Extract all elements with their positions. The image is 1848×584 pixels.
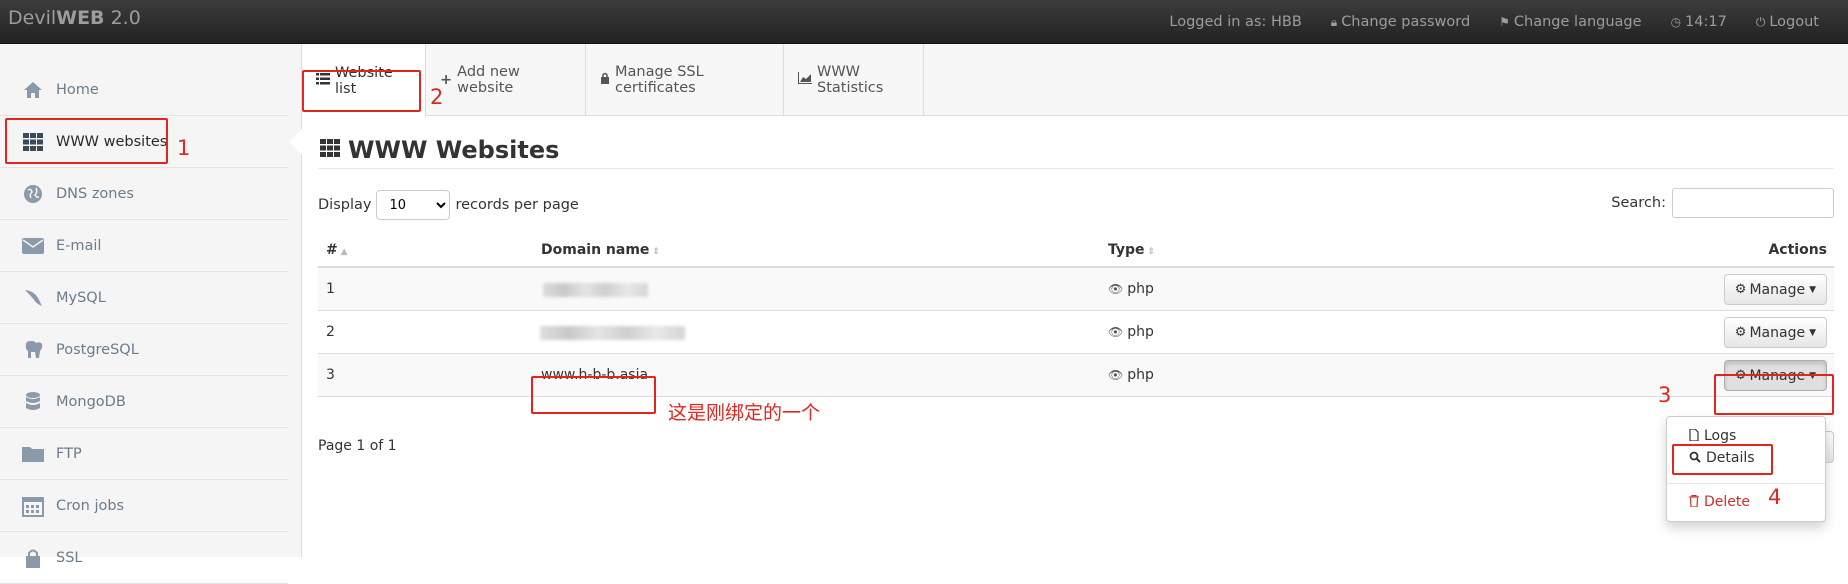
sidebar-item-cron-jobs[interactable]: Cron jobs [0,480,288,532]
caret-down-icon: ▼ [1809,284,1816,295]
column-header-actions: Actions [1768,242,1827,258]
annotation-number-3: 3 [1658,383,1672,407]
sidebar-item-mysql[interactable]: MySQL [0,272,288,324]
change-password-link[interactable]: 🔒︎ Change password [1331,14,1470,30]
eye-icon: 👁︎ [1108,368,1124,382]
caret-down-icon: ▼ [1809,327,1816,338]
row-type: 👁︎ php [1108,324,1154,340]
sidebar-item-ssl[interactable]: SSL [0,532,288,584]
top-navbar: DevilWEB 2.0 Logged in as: HBB 🔒︎ Change … [0,0,1848,44]
sidebar-item-mongodb[interactable]: MongoDB [0,376,288,428]
sidebar-item-dns-zones[interactable]: DNS zones [0,168,288,220]
sidebar-item-home[interactable]: Home [0,64,288,116]
records-per-page: Display 10 records per page [318,190,579,220]
calendar-icon [20,495,46,517]
elephant-icon [20,339,46,361]
table-row: 1 👁︎ php ⚙ Manage ▼ [318,268,1834,311]
annotation-number-4: 4 [1768,485,1782,509]
gear-icon: ⚙ [1734,325,1747,340]
active-item-pointer [289,128,303,156]
trash-icon [1689,494,1699,510]
row-number: 2 [326,324,335,340]
logged-in-label: Logged in as: HBB [1169,14,1302,30]
annotation-number-2: 2 [430,85,444,109]
tab-manage-ssl[interactable]: Manage SSL certificates [586,44,784,116]
row-number: 3 [326,367,335,383]
lock-icon [20,547,46,569]
websites-table: # ▲ Domain name ⇕ Type ⇕ Actions 1 👁︎ php ⚙ M… [318,230,1834,397]
folder-icon [20,443,46,465]
logout-link[interactable]: ⏻ Logout [1756,14,1819,30]
change-language-link[interactable]: ⚑ Change language [1499,14,1641,30]
column-header-domain[interactable]: Domain name ⇕ [541,242,660,258]
area-chart-icon [798,72,812,88]
page-title: WWW Websites [318,136,559,164]
home-icon [20,79,46,101]
manage-button[interactable]: ⚙ Manage ▼ [1723,274,1827,305]
search-input[interactable] [1672,188,1834,218]
search-box: Search: [1611,188,1834,218]
column-header-type[interactable]: Type ⇕ [1108,242,1155,258]
brand-logo[interactable]: DevilWEB 2.0 [8,7,141,29]
annotation-box-2 [302,70,421,112]
clock-display: ◷ 14:17 [1670,14,1727,30]
title-divider [318,168,1834,169]
annotation-box-1 [5,118,168,164]
clock-icon: ◷ [1670,15,1682,29]
row-number: 1 [326,281,335,297]
grid-icon [318,136,342,164]
sidebar-item-ftp[interactable]: FTP [0,428,288,480]
database-icon [20,391,46,413]
table-header: # ▲ Domain name ⇕ Type ⇕ Actions [318,230,1834,268]
manage-button[interactable]: ⚙ Manage ▼ [1723,317,1827,348]
menu-divider [1667,483,1825,484]
annotation-note: 这是刚绑定的一个 [668,402,821,424]
lock-icon [600,72,610,88]
blurred-domain [540,326,685,340]
eye-icon: 👁︎ [1108,325,1124,339]
file-icon [1689,427,1699,444]
tab-www-statistics[interactable]: WWW Statistics [784,44,924,116]
gear-icon: ⚙ [1734,282,1747,297]
blurred-domain [543,283,648,297]
column-header-number[interactable]: # ▲ [326,242,348,258]
page-size-select[interactable]: 10 [376,190,451,220]
menu-item-delete[interactable]: Delete [1667,491,1825,513]
sidebar-item-email[interactable]: E-mail [0,220,288,272]
tab-add-new-website[interactable]: + Add new website [426,44,586,116]
annotation-box-domain [531,376,656,414]
eye-icon: 👁︎ [1108,282,1124,296]
power-icon: ⏻ [1755,14,1766,29]
page-info: Page 1 of 1 [318,438,397,454]
row-type: 👁︎ php [1108,281,1154,297]
annotation-box-3 [1714,374,1834,415]
flag-icon: ⚑ [1499,15,1510,29]
envelope-icon [20,235,46,257]
annotation-box-4 [1672,444,1773,475]
tab-bar: Website list + Add new website Manage SS… [302,44,1848,117]
globe-icon [20,183,46,205]
dolphin-icon [20,287,46,309]
annotation-number-1: 1 [177,136,191,160]
sidebar-item-postgresql[interactable]: PostgreSQL [0,324,288,376]
table-row: 2 👁︎ php ⚙ Manage ▼ [318,311,1834,354]
row-type: 👁︎ php [1108,367,1154,383]
lock-icon: 🔒︎ [1330,14,1338,29]
